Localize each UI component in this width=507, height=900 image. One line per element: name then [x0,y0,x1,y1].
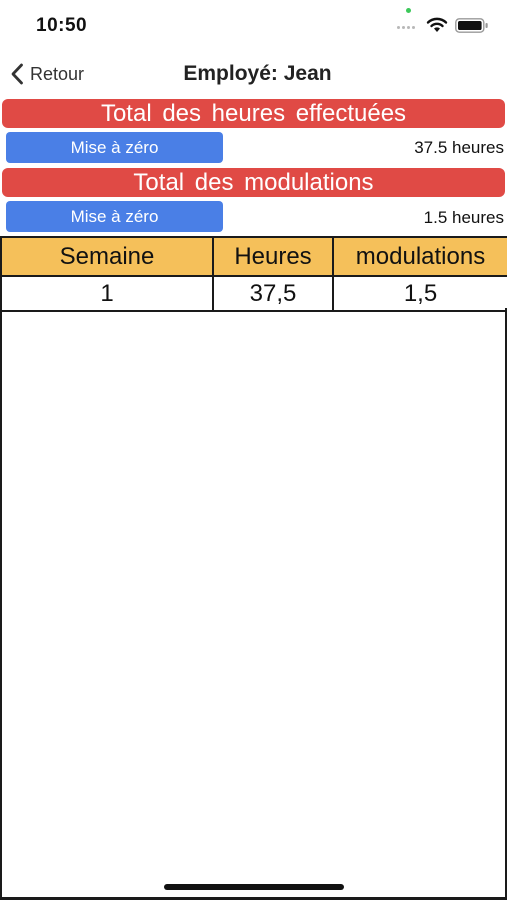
status-time: 10:50 [36,15,88,36]
hours-total-value: 37.5 heures [414,138,504,157]
cellular-signal-icon [397,26,415,29]
status-bar: 10:50 [0,0,507,50]
battery-icon [455,18,488,33]
cell-semaine: 1 [0,276,214,312]
hours-total-banner: Total des heures effectuées [2,99,505,128]
weeks-table: Semaine Heures modulations 1 37,5 1,5 [0,236,507,312]
camera-indicator-icon [406,8,411,13]
cell-heures: 37,5 [212,276,334,312]
table-row[interactable]: 1 37,5 1,5 [0,276,507,312]
home-indicator[interactable] [164,884,344,890]
cell-modulations: 1,5 [332,276,507,312]
table-left-border [0,308,2,900]
header-heures: Heures [212,236,334,277]
navigation-bar: Retour Employé: Jean [0,52,507,96]
wifi-icon [426,17,448,32]
header-modulations: modulations [332,236,507,277]
reset-modulations-button[interactable]: Mise à zéro [6,201,223,232]
modulations-total-value: 1.5 heures [423,208,504,227]
modulations-total-banner: Total des modulations [2,168,505,197]
screen: 10:50 Retour Employé: Jean Total des heu… [0,0,507,900]
table-header-row: Semaine Heures modulations [0,236,507,277]
page-title: Employé: Jean [183,62,332,85]
header-semaine: Semaine [0,236,214,277]
reset-hours-button[interactable]: Mise à zéro [6,132,223,163]
